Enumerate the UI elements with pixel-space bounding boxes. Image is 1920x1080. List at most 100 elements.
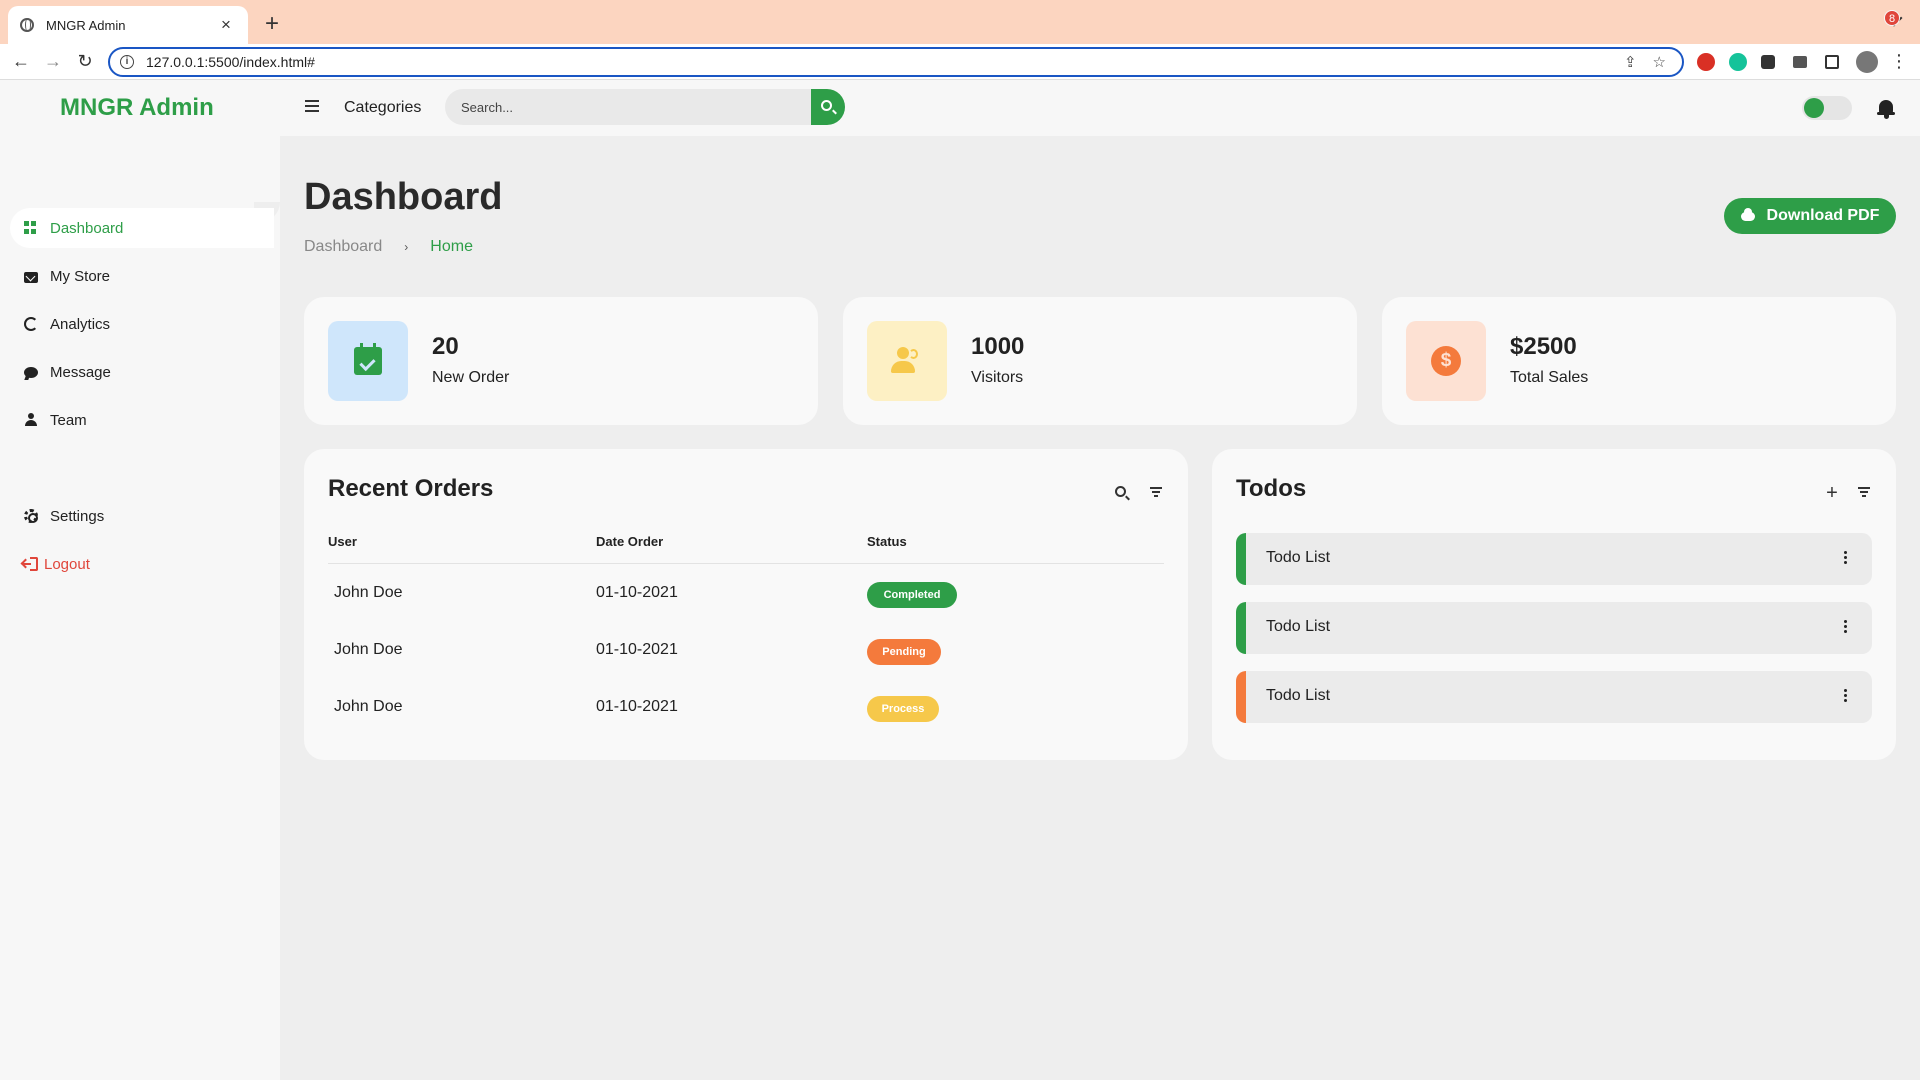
cloud-download-icon	[1740, 207, 1755, 221]
sidebar-item-settings[interactable]: Settings	[10, 496, 274, 536]
bell-icon[interactable]	[1876, 97, 1896, 119]
puzzle-icon[interactable]	[1761, 55, 1775, 69]
brand-logo[interactable]: MNGR Admin	[60, 94, 214, 122]
column-header-date[interactable]: Date Order	[596, 534, 663, 549]
stat-value: 1000	[971, 333, 1025, 360]
order-user: John Doe	[334, 584, 403, 601]
more-vertical-icon[interactable]	[1844, 551, 1848, 567]
dollar-icon: $	[1406, 321, 1486, 401]
grid-icon	[24, 221, 38, 235]
calendar-check-icon	[328, 321, 408, 401]
stat-value: 20	[432, 333, 459, 360]
todo-item[interactable]: Todo List	[1236, 533, 1872, 585]
browser-menu-icon[interactable]: ⋮	[1886, 48, 1912, 74]
logout-icon	[23, 557, 38, 571]
order-date: 01-10-2021	[596, 584, 678, 601]
breadcrumb: Dashboard › Home	[304, 238, 473, 256]
sidebar-item-label: Logout	[44, 555, 90, 573]
add-icon[interactable]: +	[1824, 483, 1840, 503]
sidebar-item-label: Dashboard	[50, 219, 124, 237]
extension-icon[interactable]	[1697, 53, 1715, 71]
theme-toggle[interactable]	[1802, 96, 1852, 120]
back-icon[interactable]: ←	[8, 48, 34, 74]
new-tab-icon[interactable]: +	[260, 10, 284, 38]
order-user: John Doe	[334, 641, 403, 658]
status-badge: Completed	[867, 582, 957, 608]
stat-card-total-sales: $ $2500 Total Sales	[1382, 297, 1896, 425]
search-button[interactable]	[811, 89, 845, 125]
sidebar-item-label: Message	[50, 363, 111, 381]
search-icon	[821, 100, 832, 111]
analytics-icon	[24, 317, 38, 331]
stat-label: New Order	[432, 369, 510, 386]
hamburger-icon[interactable]	[305, 100, 319, 112]
sidebar-item-label: Analytics	[50, 315, 111, 333]
sidebar-item-label: Settings	[50, 507, 105, 525]
grammarly-icon[interactable]	[1729, 53, 1747, 71]
address-bar[interactable]: i 127.0.0.1:5500/index.html# ⇪ ☆	[108, 47, 1684, 77]
notification-badge: 8	[1884, 10, 1900, 26]
search-icon[interactable]	[1114, 485, 1130, 501]
stat-label: Total Sales	[1510, 369, 1589, 386]
sidepanel-icon[interactable]	[1825, 55, 1839, 69]
tab-title: MNGR Admin	[46, 17, 126, 33]
page-title: Dashboard	[304, 176, 503, 218]
status-badge: Process	[867, 696, 939, 722]
order-date: 01-10-2021	[596, 698, 678, 715]
stat-label: Visitors	[971, 369, 1024, 386]
download-pdf-label: Download PDF	[1766, 207, 1880, 224]
todo-status-bar	[1236, 533, 1246, 585]
sidebar-item-logout[interactable]: Logout	[10, 544, 274, 584]
search-input[interactable]	[445, 89, 811, 125]
sidebar: Dashboard My Store Analytics Message Tea…	[0, 136, 280, 1080]
table-divider	[328, 563, 1164, 564]
browser-tab-bar: MNGR Admin × +	[0, 0, 1920, 44]
sidebar-item-message[interactable]: Message	[10, 352, 274, 392]
info-icon[interactable]: i	[120, 55, 134, 69]
browser-toolbar: ← → ↻ i 127.0.0.1:5500/index.html# ⇪ ☆ ⋮	[0, 44, 1920, 80]
breadcrumb-dashboard[interactable]: Dashboard	[304, 238, 382, 256]
filter-icon[interactable]	[1148, 485, 1164, 501]
order-date: 01-10-2021	[596, 641, 678, 658]
status-badge: Pending	[867, 639, 941, 665]
profile-avatar[interactable]	[1856, 51, 1878, 73]
stat-card-new-order: 20 New Order	[304, 297, 818, 425]
share-icon[interactable]: ⇪	[1624, 53, 1637, 71]
sidebar-item-dashboard[interactable]: Dashboard	[10, 208, 274, 248]
filter-icon[interactable]	[1856, 485, 1872, 501]
forward-icon[interactable]: →	[40, 48, 66, 74]
reload-icon[interactable]: ↻	[72, 48, 98, 74]
sidebar-item-team[interactable]: Team	[10, 400, 274, 440]
search-form	[445, 89, 845, 125]
more-vertical-icon[interactable]	[1844, 689, 1848, 705]
breadcrumb-home[interactable]: Home	[430, 238, 473, 256]
toggle-knob	[1804, 98, 1824, 118]
recent-orders-title: Recent Orders	[328, 475, 494, 502]
sidebar-item-label: Team	[50, 411, 87, 429]
todo-item[interactable]: Todo List	[1236, 671, 1872, 723]
recent-orders-panel: Recent Orders	[304, 449, 1188, 760]
sidebar-item-label: My Store	[50, 267, 111, 285]
bookmark-star-icon[interactable]: ☆	[1653, 53, 1666, 71]
sidebar-item-analytics[interactable]: Analytics	[10, 304, 274, 344]
todo-label: Todo List	[1266, 549, 1331, 566]
store-icon	[24, 271, 38, 283]
column-header-user[interactable]: User	[328, 534, 357, 549]
tab-close-icon[interactable]: ×	[216, 15, 236, 35]
more-vertical-icon[interactable]	[1844, 620, 1848, 636]
message-icon	[24, 366, 38, 378]
people-icon	[867, 321, 947, 401]
download-pdf-button[interactable]: Download PDF	[1724, 198, 1896, 234]
categories-link[interactable]: Categories	[344, 99, 421, 117]
playlist-icon[interactable]	[1793, 56, 1807, 68]
column-header-status[interactable]: Status	[867, 534, 907, 549]
sidebar-item-my-store[interactable]: My Store	[10, 256, 274, 296]
stat-card-visitors: 1000 Visitors	[843, 297, 1357, 425]
chevron-right-icon: ›	[404, 240, 409, 254]
browser-tab[interactable]: MNGR Admin ×	[8, 6, 248, 44]
todo-label: Todo List	[1266, 618, 1331, 635]
team-icon	[24, 413, 38, 427]
url-text[interactable]: 127.0.0.1:5500/index.html#	[146, 54, 1624, 70]
todo-status-bar	[1236, 671, 1246, 723]
todo-item[interactable]: Todo List	[1236, 602, 1872, 654]
